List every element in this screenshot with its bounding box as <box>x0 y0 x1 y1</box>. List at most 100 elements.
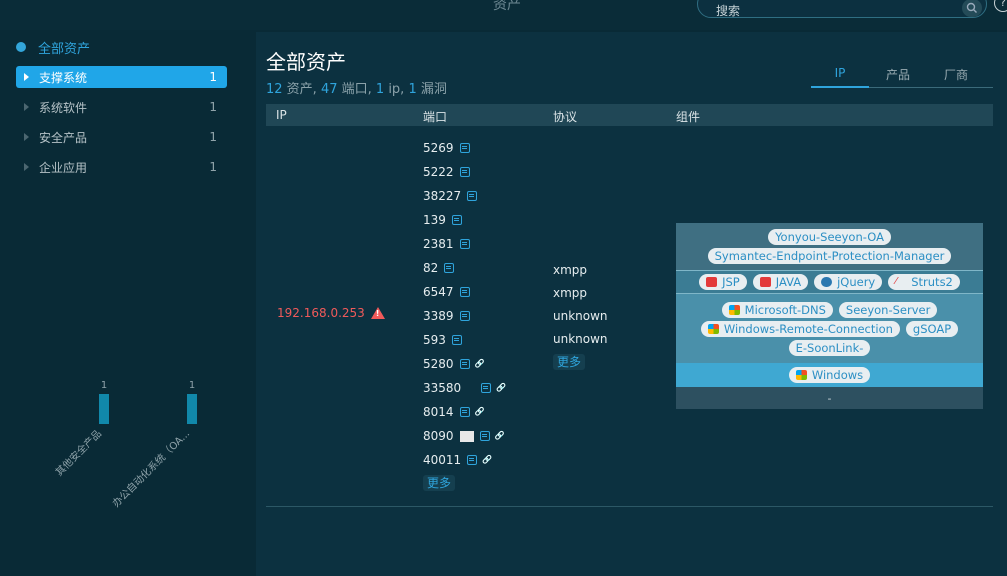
details-icon[interactable] <box>467 455 478 465</box>
details-icon[interactable] <box>459 311 470 321</box>
sidebar-all-assets[interactable]: 全部资产 <box>16 38 91 57</box>
port-number[interactable]: 40011 <box>423 453 461 467</box>
component-name: Windows-Remote-Connection <box>723 321 893 336</box>
port-row: 33580 🔗 <box>423 380 506 396</box>
component-tag[interactable]: Yonyou-Seeyon-OA <box>768 229 891 245</box>
tab-ip[interactable]: IP <box>811 66 869 88</box>
caret-right-icon <box>24 73 29 81</box>
port-number[interactable]: 5222 <box>423 165 454 179</box>
component-layer-os: Windows <box>676 363 983 387</box>
help-icon[interactable]: ? <box>994 0 1007 12</box>
port-row: 6547 <box>423 284 470 300</box>
link-icon[interactable]: 🔗 <box>475 359 485 369</box>
sidebar-item-security-products[interactable]: 安全产品 1 <box>16 126 227 148</box>
component-tag[interactable]: JSP <box>699 274 747 290</box>
details-icon[interactable] <box>451 215 462 225</box>
port-number[interactable]: 82 <box>423 261 438 275</box>
sidebar-item-count: 1 <box>209 70 217 84</box>
protocol-cell: unknown <box>553 332 608 346</box>
details-icon[interactable] <box>481 383 492 393</box>
warning-icon[interactable]: ! <box>370 307 385 319</box>
port-row: 139 <box>423 212 462 228</box>
mini-chart-category-label: 办公自动化系统（OA... <box>109 427 192 510</box>
caret-right-icon <box>24 163 29 171</box>
sidebar-item-count: 1 <box>209 160 217 174</box>
port-number[interactable]: 2381 <box>423 237 454 251</box>
port-number[interactable]: 139 <box>423 213 446 227</box>
search-input[interactable]: 搜索 <box>716 2 740 19</box>
details-icon[interactable] <box>459 287 470 297</box>
mini-chart-bar[interactable] <box>99 394 109 424</box>
details-icon[interactable] <box>444 263 455 273</box>
ip-count: 1 <box>375 82 385 97</box>
component-stack: Yonyou-Seeyon-OA Symantec-Endpoint-Protec… <box>676 223 983 409</box>
details-icon[interactable] <box>467 191 478 201</box>
tab-product[interactable]: 产品 <box>869 66 927 87</box>
component-tag[interactable]: jQuery <box>814 274 883 290</box>
port-number[interactable]: 8090 <box>423 429 454 443</box>
link-icon[interactable]: 🔗 <box>482 455 492 465</box>
search-icon <box>966 2 977 13</box>
sidebar-all-label: 全部资产 <box>38 41 91 57</box>
port-row: 8090 🔗 <box>423 428 505 444</box>
asset-summary: 12 资产, 47 端口, 1 ip, 1 漏洞 <box>266 78 447 97</box>
details-icon[interactable] <box>459 239 470 249</box>
component-name: Seeyon-Server <box>845 302 931 317</box>
link-icon[interactable]: 🔗 <box>495 431 505 441</box>
ports-more-button[interactable]: 更多 <box>423 475 456 491</box>
details-icon[interactable] <box>459 167 470 177</box>
port-number[interactable]: 8014 <box>423 405 454 419</box>
search-button[interactable] <box>962 0 982 17</box>
component-tag[interactable]: Windows <box>788 367 871 383</box>
port-row: 82 <box>423 260 455 276</box>
port-number[interactable]: 593 <box>423 333 446 347</box>
search-box[interactable]: 搜索 <box>697 0 987 18</box>
details-icon[interactable] <box>451 335 462 345</box>
sidebar-item-enterprise-apps[interactable]: 企业应用 1 <box>16 156 227 178</box>
asset-count: 12 <box>266 82 283 97</box>
screenshot-thumbnail-icon[interactable] <box>459 430 474 442</box>
component-tag[interactable]: gSOAP <box>905 320 959 337</box>
sidebar-item-label: 支撑系统 <box>39 70 88 85</box>
table-header: IP 端口 协议 组件 <box>266 104 993 126</box>
details-icon[interactable] <box>459 143 470 153</box>
component-tag[interactable]: E-SoonLink- <box>788 339 871 356</box>
port-number[interactable]: 38227 <box>423 189 461 203</box>
component-tag[interactable]: JAVA <box>752 274 809 290</box>
link-icon[interactable]: 🔗 <box>475 407 485 417</box>
component-name: Yonyou-Seeyon-OA <box>775 230 884 244</box>
caret-right-icon <box>24 103 29 111</box>
details-icon[interactable] <box>459 407 470 417</box>
windows-icon <box>707 323 719 334</box>
port-count-label: 端口, <box>337 82 376 97</box>
mini-chart-bar[interactable] <box>187 394 197 424</box>
link-icon[interactable]: 🔗 <box>496 383 506 393</box>
component-tag[interactable]: ⁄ Struts2 <box>888 274 960 290</box>
port-number[interactable]: 6547 <box>423 285 454 299</box>
ip-text[interactable]: 192.168.0.253 <box>277 306 365 320</box>
pie-icon <box>16 42 26 52</box>
ip-address[interactable]: 192.168.0.253 ! <box>277 306 385 320</box>
component-name: gSOAP <box>912 321 952 336</box>
ip-count-label: ip, <box>384 82 409 97</box>
port-number[interactable]: 5280 <box>423 357 454 371</box>
sidebar-item-support-systems[interactable]: 支撑系统 1 <box>16 66 227 88</box>
port-number[interactable]: 5269 <box>423 141 454 155</box>
port-number[interactable]: 33580 <box>423 381 461 395</box>
sidebar-item-system-software[interactable]: 系统软件 1 <box>16 96 227 118</box>
component-tag[interactable]: Microsoft-DNS <box>721 301 833 318</box>
asset-count-label: 资产, <box>282 82 321 97</box>
main-panel: 全部资产 12 资产, 47 端口, 1 ip, 1 漏洞 IP 产品 厂商 I… <box>256 32 1007 576</box>
port-row: 5269 <box>423 140 470 156</box>
struts-icon: ⁄ <box>895 276 897 287</box>
details-icon[interactable] <box>459 359 470 369</box>
protocols-more-button[interactable]: 更多 <box>553 354 586 370</box>
component-layer-hardware: - <box>676 387 983 409</box>
component-tag[interactable]: Symantec-Endpoint-Protection-Manager <box>707 248 952 264</box>
port-row: 38227 <box>423 188 478 204</box>
component-tag[interactable]: Windows-Remote-Connection <box>700 320 900 337</box>
tab-vendor[interactable]: 厂商 <box>927 66 985 87</box>
port-number[interactable]: 3389 <box>423 309 454 323</box>
details-icon[interactable] <box>479 431 490 441</box>
component-tag[interactable]: Seeyon-Server <box>838 301 938 318</box>
